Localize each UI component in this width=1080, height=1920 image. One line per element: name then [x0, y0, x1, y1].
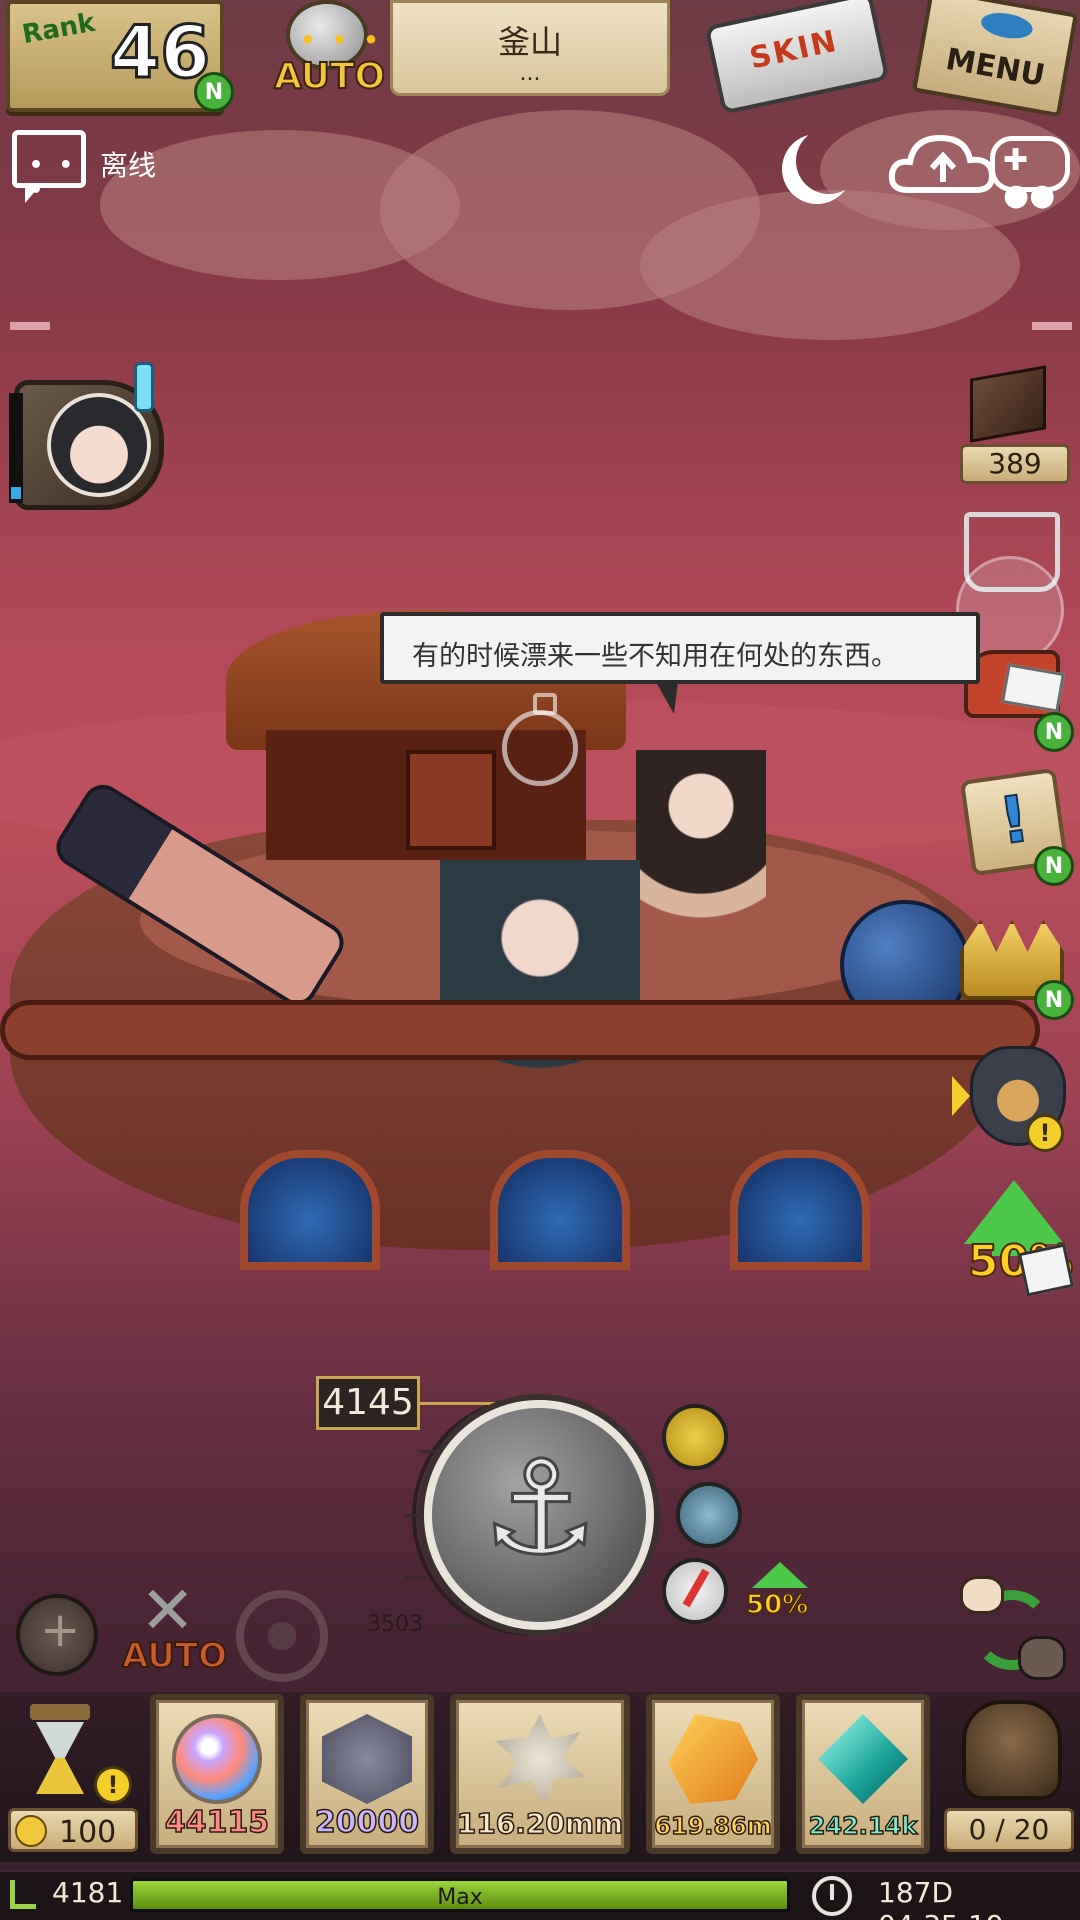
skin-button[interactable]: SKIN: [704, 0, 890, 115]
npc-girl[interactable]: [636, 750, 766, 950]
resource-card[interactable]: 242.14k: [796, 1694, 930, 1854]
resource-value: 44115: [164, 1804, 270, 1841]
rank-new-badge: N: [194, 72, 234, 112]
hand-give-icon: [960, 1576, 1004, 1614]
hourglass-icon[interactable]: [20, 1704, 106, 1804]
chat-icon: • • •: [29, 153, 77, 203]
resource-card[interactable]: 44115: [150, 1694, 284, 1854]
boss-alert-badge: !: [1026, 1114, 1064, 1152]
clock-icon[interactable]: [812, 1876, 852, 1916]
hourglass-counter: 100: [8, 1808, 138, 1852]
crystal-icon: [818, 1714, 908, 1804]
player-character[interactable]: [440, 860, 640, 1120]
chocolate-count: 389: [960, 444, 1070, 484]
stopwatch-icon: [502, 693, 578, 786]
resource-value: 20000: [314, 1804, 420, 1841]
gamepad-icon[interactable]: ✚ ●●: [990, 136, 1070, 213]
location-subtext: ...: [519, 61, 541, 86]
online-status-label: 离线: [100, 149, 157, 182]
game-scene: Rank 46 N • • • AUTO 釜山 ... SKIN MENU • …: [0, 0, 1080, 1920]
gauge-tick: [420, 1450, 442, 1453]
chat-button[interactable]: • • •: [12, 130, 86, 203]
skin-label: SKIN: [746, 23, 842, 77]
resource-value: 619.86m: [653, 1811, 772, 1841]
auto-combat-label[interactable]: AUTO: [121, 1635, 228, 1677]
speech-text: 有的时候漂来一些不知用在何处的东西。: [412, 641, 898, 672]
hourglass-value: 100: [59, 1815, 117, 1850]
star-window: [730, 1150, 870, 1270]
refresh-button[interactable]: [662, 1404, 728, 1470]
gamepad-glyph: ✚ ●●: [1003, 143, 1056, 213]
menu-label: MENU: [943, 41, 1048, 94]
hourglass-alert-badge: !: [94, 1766, 132, 1804]
rank-panel[interactable]: Rank 46: [6, 0, 224, 112]
right-edge-marker: [1032, 322, 1072, 330]
star-window: [490, 1150, 630, 1270]
level-icon: [6, 1878, 40, 1912]
level-value: 4181: [52, 1876, 124, 1909]
left-edge-marker: [10, 322, 50, 330]
backpack-icon[interactable]: [962, 1700, 1062, 1800]
gauge-tick: [440, 1624, 462, 1627]
resource-card[interactable]: 20000: [300, 1694, 434, 1854]
resource-value: 116.20mm: [456, 1806, 624, 1841]
amber-ore-icon: [668, 1714, 758, 1804]
target-crosshair-button[interactable]: [236, 1590, 328, 1682]
orb-gem-icon: [172, 1714, 262, 1804]
companion-gauge-fill: [11, 487, 21, 499]
auto-battle-button[interactable]: • • • AUTO: [268, 0, 388, 105]
trade-exchange-button[interactable]: [956, 1576, 1070, 1686]
shield-token-icon: [322, 1714, 412, 1804]
quest-new-badge: N: [1034, 846, 1074, 886]
deck-railing: [0, 1000, 1040, 1060]
crown-new-badge: N: [1034, 980, 1074, 1020]
play-time: 187D 04:35:19: [878, 1876, 1004, 1920]
speedometer-button[interactable]: [662, 1558, 728, 1624]
gauge-tick: [404, 1576, 426, 1579]
star-window: [240, 1150, 380, 1270]
rank-label: Rank: [19, 7, 98, 51]
chocolate-icon[interactable]: [970, 365, 1046, 443]
auto-dots: • • •: [300, 26, 383, 54]
menu-button[interactable]: MENU: [912, 0, 1078, 118]
speed-boost-arrow-icon[interactable]: [752, 1562, 808, 1588]
gauge-min-value: 3503: [367, 1612, 423, 1637]
location-name: 釜山: [497, 23, 562, 61]
mail-new-badge: N: [1034, 712, 1074, 752]
fish-icon: [979, 9, 1035, 42]
resource-value: 242.14k: [808, 1811, 918, 1841]
rank-value: 46: [108, 9, 211, 96]
anchor-icon: ⚓: [481, 1431, 601, 1586]
radar-button[interactable]: [16, 1594, 98, 1676]
experience-bar: Max: [130, 1878, 790, 1912]
gauge-tick: [404, 1514, 426, 1517]
speed-boost-percent: 50%: [745, 1589, 809, 1621]
bag-capacity: 0 / 20: [944, 1808, 1074, 1852]
resource-card[interactable]: 116.20mm: [450, 1694, 630, 1854]
companion-gauge: [9, 393, 23, 503]
shell-icon: [495, 1714, 585, 1804]
expand-arrow-icon[interactable]: [952, 1076, 970, 1116]
npc-speech-bubble: 有的时候漂来一些不知用在何处的东西。: [380, 612, 980, 714]
anchor-button[interactable]: ⚓: [424, 1400, 654, 1630]
hand-receive-icon: [1018, 1636, 1066, 1680]
hut-door: [406, 750, 496, 850]
portrait-alert-icon: [134, 362, 154, 412]
location-scroll[interactable]: 釜山 ...: [390, 0, 670, 96]
cloud-upload-icon[interactable]: [888, 130, 998, 196]
hand-button[interactable]: [676, 1482, 742, 1548]
distance-value-tag: 4145: [316, 1376, 420, 1430]
quest-exclamation-icon: !: [994, 781, 1035, 860]
resource-card[interactable]: 619.86m: [646, 1694, 780, 1854]
moon-icon[interactable]: [796, 128, 862, 194]
coin-icon: [15, 1815, 47, 1847]
auto-label: AUTO: [273, 55, 386, 98]
video-ad-icon[interactable]: [1017, 1243, 1075, 1297]
experience-label: Max: [437, 1885, 483, 1910]
